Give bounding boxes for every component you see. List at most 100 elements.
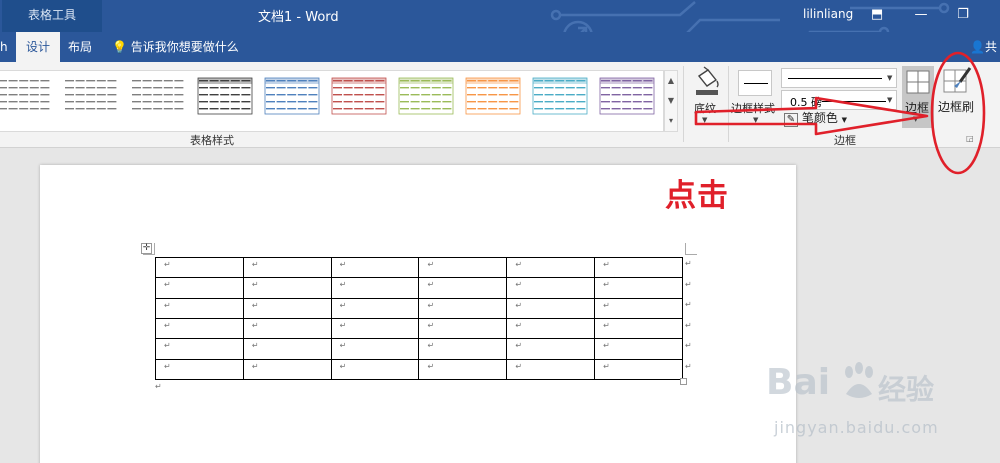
cell-end-mark: ↵ (515, 300, 523, 310)
table-style-thumbnail[interactable] (0, 77, 52, 117)
table-cell[interactable]: ↵ (330, 317, 420, 340)
cell-end-mark: ↵ (164, 361, 171, 371)
table-cell[interactable]: ↵ (506, 256, 596, 279)
table-cell[interactable]: ↵ (242, 317, 332, 340)
document-table[interactable]: ↵ ↵ ↵ ↵ ↵ ↵ ↵ ↵ ↵ ↵ ↵ ↵ ↵ ↵ ↵ ↵ ↵ ↵ ↵ ↵ ↵ ↵ ↵ ↵ ↵ ↵ ↵ ↵ ↵ ↵ ↵ ↵ ↵ ↵ ↵ ↵ (155, 256, 683, 381)
cell-end-mark: ↵ (427, 341, 435, 351)
table-cell[interactable]: ↵ (330, 256, 420, 279)
table-style-thumbnail[interactable] (465, 77, 521, 117)
table-cell[interactable]: ↵ (155, 358, 244, 381)
table-cell[interactable]: ↵ (155, 277, 244, 299)
gallery-scroll-controls[interactable]: ▲ ▼ ▾ (664, 70, 678, 132)
table-cell[interactable]: ↵ (418, 256, 508, 279)
table-cell[interactable]: ↵ (242, 297, 332, 319)
table-style-thumbnail[interactable] (532, 77, 588, 117)
cell-end-mark: ↵ (164, 341, 171, 351)
table-style-thumbnail[interactable] (197, 77, 253, 117)
pen-icon: ✎ (784, 113, 798, 127)
table-move-handle-icon[interactable]: ✛ (141, 243, 152, 254)
row-end-mark: ↵ (685, 361, 692, 371)
table-styles-group-label: 表格样式 (190, 134, 234, 147)
line-style-select[interactable]: ▼ (781, 68, 897, 88)
table-cell[interactable]: ↵ (506, 297, 596, 319)
gallery-down-icon[interactable]: ▼ (665, 91, 677, 111)
border-painter-label: 边框刷 (938, 100, 975, 114)
cell-end-mark: ↵ (427, 361, 435, 371)
group-separator (728, 66, 729, 142)
gallery-up-icon[interactable]: ▲ (665, 71, 677, 91)
table-resize-handle[interactable] (680, 378, 687, 385)
table-cell[interactable]: ↵ (506, 317, 596, 340)
table-cell[interactable]: ↵ (418, 277, 508, 299)
chevron-down-icon: ▼ (887, 74, 893, 82)
tell-me-label: 告诉我你想要做什么 (130, 40, 239, 54)
row-end-mark: ↵ (685, 300, 692, 309)
gallery-more-icon[interactable]: ▾ (665, 111, 677, 131)
table-cell[interactable]: ↵ (242, 277, 332, 299)
table-cell[interactable]: ↵ (155, 256, 244, 279)
person-icon: 👤 (970, 40, 985, 54)
table-cell[interactable]: ↵ (594, 338, 683, 360)
share-button[interactable]: 👤共 (970, 32, 997, 62)
border-styles-dropdown-icon[interactable]: ▼ (753, 116, 758, 124)
table-style-thumbnail[interactable] (264, 77, 320, 117)
cell-end-mark: ↵ (515, 260, 523, 269)
baidu-watermark: Bai 经验 jingyan.baidu.com (766, 356, 996, 446)
tell-me-search[interactable]: 💡 告诉我你想要做什么 (112, 32, 239, 62)
line-weight-select[interactable]: 0.5 磅 ▼ (781, 90, 897, 110)
border-painter-button[interactable] (936, 66, 976, 128)
table-style-thumbnail[interactable] (130, 77, 186, 117)
table-container: ↵ ↵ ↵ ↵ ↵ ↵ ↵ ↵ ↵ ↵ ↵ ↵ ↵ ↵ ↵ ↵ ↵ ↵ ↵ ↵ ↵ ↵ ↵ ↵ ↵ ↵ ↵ ↵ ↵ ↵ ↵ ↵ ↵ ↵ ↵ ↵ (155, 256, 683, 381)
table-cell[interactable]: ↵ (506, 358, 596, 381)
table-style-thumbnail[interactable] (331, 77, 387, 117)
table-style-thumbnail[interactable] (398, 77, 454, 117)
table-cell[interactable]: ↵ (242, 256, 332, 279)
dialog-launcher-icon[interactable]: ◲ (966, 134, 974, 143)
row-end-mark: ↵ (685, 259, 692, 268)
table-cell[interactable]: ↵ (594, 317, 683, 340)
watermark-brand: Bai (766, 362, 831, 403)
row-end-mark: ↵ (685, 320, 692, 330)
pen-color-button[interactable]: ✎ 笔颜色 ▼ (784, 109, 847, 127)
table-row: ↵ ↵ ↵ ↵ ↵ ↵ (155, 338, 683, 360)
table-cell[interactable]: ↵ (418, 297, 508, 319)
table-cell[interactable]: ↵ (330, 297, 420, 319)
table-cell[interactable]: ↵ (418, 338, 508, 360)
cell-end-mark: ↵ (339, 341, 347, 351)
tab-design[interactable]: 设计 (16, 32, 60, 62)
cell-end-mark: ↵ (339, 361, 347, 371)
table-cell[interactable]: ↵ (242, 338, 332, 360)
context-tab-table-tools: 表格工具 (2, 0, 102, 32)
table-cell[interactable]: ↵ (155, 317, 244, 340)
border-styles-preview[interactable] (738, 70, 772, 96)
watermark-url: jingyan.baidu.com (774, 418, 939, 437)
tab-previous-partial[interactable]: h (0, 32, 10, 62)
borders-dropdown-icon[interactable]: ▼ (913, 115, 918, 123)
table-cell[interactable]: ↵ (418, 317, 508, 340)
cell-end-mark: ↵ (515, 361, 523, 371)
table-cell[interactable]: ↵ (594, 256, 683, 279)
pen-color-label: 笔颜色 (801, 111, 838, 125)
table-cell[interactable]: ↵ (594, 277, 683, 299)
table-cell[interactable]: ↵ (330, 277, 420, 299)
table-cell[interactable]: ↵ (418, 358, 508, 381)
table-cell[interactable]: ↵ (330, 358, 420, 381)
table-styles-gallery (0, 70, 664, 132)
tab-layout[interactable]: 布局 (62, 32, 98, 62)
table-style-thumbnail[interactable] (63, 77, 119, 117)
table-cell[interactable]: ↵ (506, 277, 596, 299)
table-cell[interactable]: ↵ (155, 338, 244, 360)
table-cell[interactable]: ↵ (594, 297, 683, 319)
table-cell[interactable]: ↵ (242, 358, 332, 381)
shading-dropdown-icon[interactable]: ▼ (702, 116, 707, 124)
table-cell[interactable]: ↵ (506, 338, 596, 360)
chevron-down-icon: ▼ (841, 116, 848, 124)
table-row: ↵ ↵ ↵ ↵ ↵ ↵ (155, 317, 683, 340)
table-style-thumbnail[interactable] (599, 77, 655, 117)
table-cell[interactable]: ↵ (155, 297, 244, 319)
cell-end-mark: ↵ (164, 260, 171, 269)
cell-end-mark: ↵ (164, 320, 171, 330)
borders-label: 边框 (905, 101, 930, 115)
table-cell[interactable]: ↵ (594, 358, 683, 381)
table-cell[interactable]: ↵ (330, 338, 420, 360)
